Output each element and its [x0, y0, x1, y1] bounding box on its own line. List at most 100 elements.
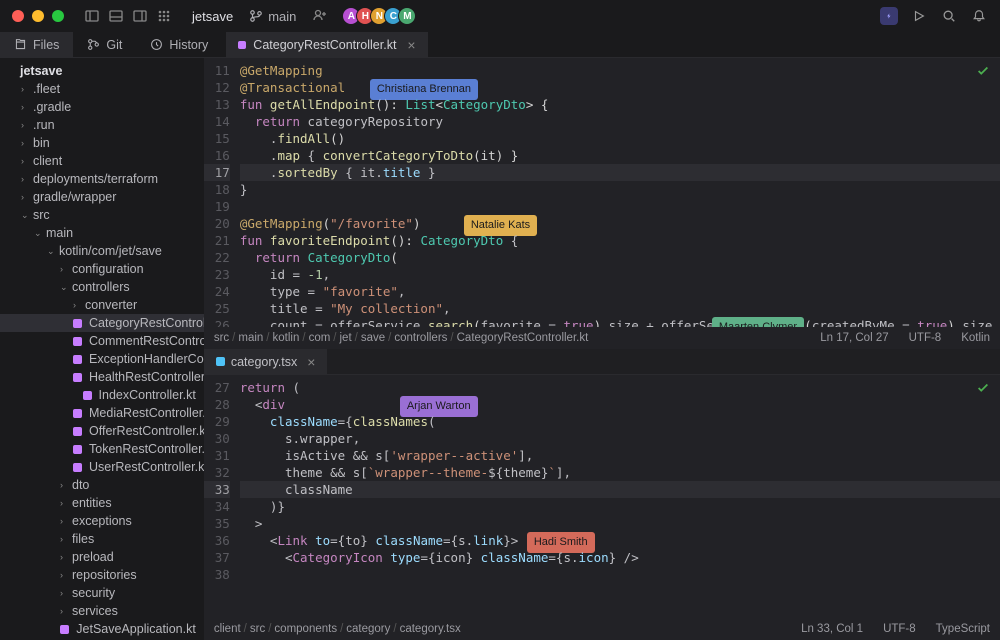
avatar[interactable]: M	[398, 7, 416, 25]
tree-item[interactable]: CommentRestController.kt	[0, 332, 204, 350]
tree-item[interactable]: MediaRestController.kt	[0, 404, 204, 422]
editor-tab[interactable]: category.tsx ×	[204, 349, 328, 374]
code-line[interactable]: .sortedBy { it.title }	[240, 164, 1000, 181]
tree-item[interactable]: UserRestController.kt	[0, 458, 204, 476]
code-line[interactable]: s.wrapper,	[240, 430, 1000, 447]
maximize-window[interactable]	[52, 10, 64, 22]
code-line[interactable]: return (	[240, 379, 1000, 396]
add-collaborator-icon[interactable]	[312, 7, 328, 26]
tree-item[interactable]: ›.gradle	[0, 98, 204, 116]
search-icon[interactable]	[940, 7, 958, 25]
tree-item[interactable]: ›exceptions	[0, 512, 204, 530]
blame-annotation[interactable]: Maarten Clymer	[712, 317, 804, 327]
breadcrumb-segment[interactable]: src	[250, 623, 265, 635]
code-line[interactable]: className={classNames(	[240, 413, 1000, 430]
cursor-position[interactable]: Ln 33, Col 1	[801, 623, 863, 635]
tree-item[interactable]: ⌄kotlin/com/jet/save	[0, 242, 204, 260]
breadcrumb-segment[interactable]: controllers	[394, 332, 447, 344]
smart-mode-icon[interactable]	[880, 7, 898, 25]
tool-tab-files[interactable]: Files	[0, 32, 73, 57]
tree-item[interactable]: ›.fleet	[0, 80, 204, 98]
code-line[interactable]: className	[240, 481, 1000, 498]
branch-selector[interactable]: main	[249, 9, 296, 24]
file-encoding[interactable]: UTF-8	[909, 332, 942, 344]
code-line[interactable]: isActive && s['wrapper--active'],	[240, 447, 1000, 464]
file-language[interactable]: Kotlin	[961, 332, 990, 344]
tree-item[interactable]: ›.run	[0, 116, 204, 134]
tree-item[interactable]: TokenRestController.kt	[0, 440, 204, 458]
code-line[interactable]: )}	[240, 498, 1000, 515]
tree-item[interactable]: ›files	[0, 530, 204, 548]
code-editor[interactable]: 1112131415161718192021222324252627 @GetM…	[204, 58, 1000, 327]
code-line[interactable]: <divArjan Warton	[240, 396, 1000, 413]
code-line[interactable]: .map { convertCategoryToDto(it) }	[240, 147, 1000, 164]
breadcrumb-segment[interactable]: jet	[340, 332, 352, 344]
tree-item[interactable]: ⌄src	[0, 206, 204, 224]
code-line[interactable]: @TransactionalChristiana Brennan	[240, 79, 1000, 96]
code-line[interactable]: }	[240, 181, 1000, 198]
code-line[interactable]: fun favoriteEndpoint(): CategoryDto {	[240, 232, 1000, 249]
code-line[interactable]: type = "favorite",	[240, 283, 1000, 300]
tree-item[interactable]: ›converter	[0, 296, 204, 314]
code-line[interactable]: theme && s[`wrapper--theme-${theme}`],	[240, 464, 1000, 481]
tree-item[interactable]: ›repositories	[0, 566, 204, 584]
tree-item[interactable]: ExceptionHandlerController	[0, 350, 204, 368]
tree-item[interactable]: ›deployments/terraform	[0, 170, 204, 188]
tree-item[interactable]: IndexController.kt	[0, 386, 204, 404]
breadcrumb-segment[interactable]: src	[214, 332, 229, 344]
breadcrumb-segment[interactable]: category	[346, 623, 390, 635]
tool-tab-history[interactable]: History	[136, 32, 222, 57]
code-line[interactable]	[240, 198, 1000, 215]
editor-tab-active[interactable]: CategoryRestController.kt ×	[226, 32, 427, 57]
notifications-icon[interactable]	[970, 7, 988, 25]
tree-item[interactable]: jetsave	[0, 62, 204, 80]
cursor-position[interactable]: Ln 17, Col 27	[820, 332, 888, 344]
file-language[interactable]: TypeScript	[936, 623, 990, 635]
close-tab-icon[interactable]: ×	[407, 37, 415, 53]
breadcrumb[interactable]: src/main/kotlin/com/jet/save/controllers…	[214, 332, 588, 344]
tree-item[interactable]: ›security	[0, 584, 204, 602]
code-line[interactable]: @GetMapping("/favorite")Natalie Kats	[240, 215, 1000, 232]
code-line[interactable]: count = offerService.search(favorite = t…	[240, 317, 1000, 327]
apps-icon[interactable]	[154, 6, 174, 26]
code-line[interactable]: >	[240, 515, 1000, 532]
code-line[interactable]: fun getAllEndpoint(): List<CategoryDto> …	[240, 96, 1000, 113]
tool-tab-git[interactable]: Git	[73, 32, 136, 57]
panel-left-icon[interactable]	[82, 6, 102, 26]
tree-item[interactable]: HealthRestController.kt	[0, 368, 204, 386]
code-line[interactable]: <Link to={to} className={s.link}>Hadi Sm…	[240, 532, 1000, 549]
tree-item[interactable]: ›bin	[0, 134, 204, 152]
breadcrumb-segment[interactable]: client	[214, 623, 241, 635]
breadcrumb-segment[interactable]: main	[238, 332, 263, 344]
tree-item[interactable]: ›gradle/wrapper	[0, 188, 204, 206]
collaborator-avatars[interactable]: AHNCM	[346, 7, 416, 25]
minimize-window[interactable]	[32, 10, 44, 22]
breadcrumb-segment[interactable]: kotlin	[273, 332, 300, 344]
file-encoding[interactable]: UTF-8	[883, 623, 916, 635]
tree-item[interactable]: ›services	[0, 602, 204, 620]
breadcrumb[interactable]: client/src/components/category/category.…	[214, 623, 461, 635]
breadcrumb-segment[interactable]: save	[361, 332, 385, 344]
code-line[interactable]: .findAll()	[240, 130, 1000, 147]
close-tab-icon[interactable]: ×	[307, 354, 315, 370]
tree-item[interactable]: ›client	[0, 152, 204, 170]
code-editor[interactable]: 272829303132333435363738 return ( <divAr…	[204, 375, 1000, 618]
tree-item[interactable]: ⌄controllers	[0, 278, 204, 296]
breadcrumb-segment[interactable]: com	[309, 332, 331, 344]
code-line[interactable]: title = "My collection",	[240, 300, 1000, 317]
breadcrumb-segment[interactable]: category.tsx	[400, 623, 461, 635]
run-icon[interactable]	[910, 7, 928, 25]
tree-item[interactable]: ›preload	[0, 548, 204, 566]
breadcrumb-segment[interactable]: CategoryRestController.kt	[457, 332, 589, 344]
file-tree[interactable]: jetsave›.fleet›.gradle›.run›bin›client›d…	[0, 58, 204, 640]
tree-item[interactable]: ›configuration	[0, 260, 204, 278]
tree-item[interactable]: CategoryRestController.kt	[0, 314, 204, 332]
code-line[interactable]: return CategoryDto(	[240, 249, 1000, 266]
code-line[interactable]	[240, 566, 1000, 583]
tree-item[interactable]: ›dto	[0, 476, 204, 494]
panel-right-icon[interactable]	[130, 6, 150, 26]
breadcrumb-segment[interactable]: components	[274, 623, 337, 635]
project-name[interactable]: jetsave	[192, 9, 233, 24]
tree-item[interactable]: JetSaveApplication.kt	[0, 620, 204, 638]
code-line[interactable]: @GetMapping	[240, 62, 1000, 79]
